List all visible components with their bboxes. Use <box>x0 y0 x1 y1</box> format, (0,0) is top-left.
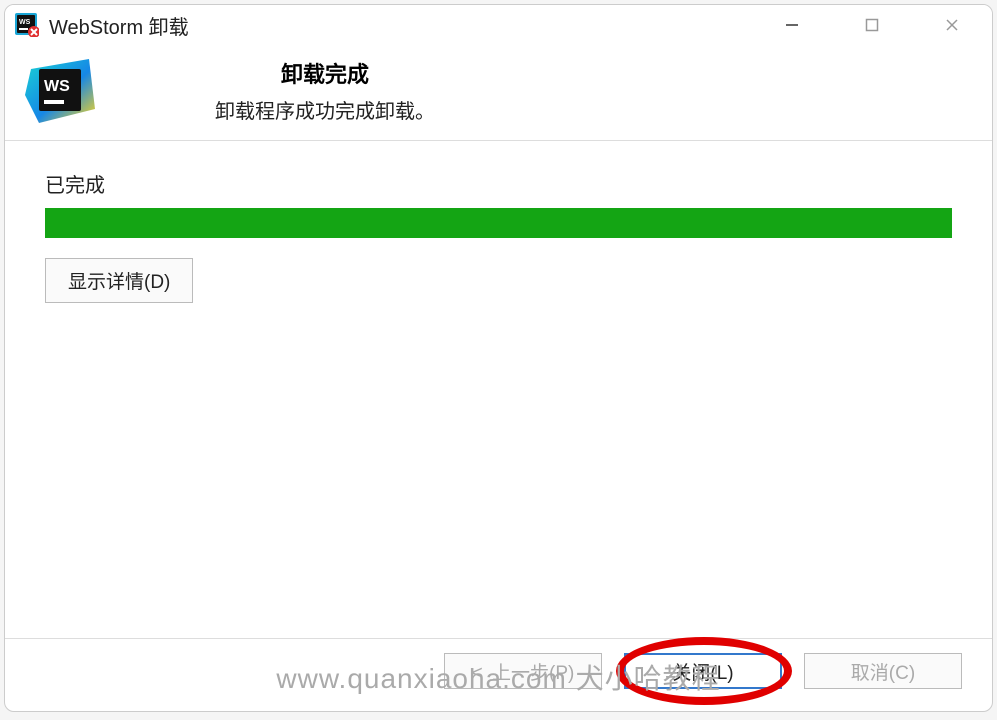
window-title: WebStorm 卸载 <box>49 11 752 40</box>
close-button[interactable]: 关闭(L) <box>624 653 782 689</box>
app-icon: WS <box>15 13 39 37</box>
cancel-button: 取消(C) <box>804 653 962 689</box>
back-button: < 上一步(P) <box>444 653 602 689</box>
body: 已完成 显示详情(D) <box>5 141 992 638</box>
header-subheading: 卸载程序成功完成卸载。 <box>215 95 435 124</box>
svg-text:WS: WS <box>44 78 70 95</box>
window-controls <box>752 5 992 45</box>
chevron-left-icon: < <box>472 663 483 684</box>
header-heading: 卸载完成 <box>215 57 435 89</box>
minimize-button[interactable] <box>752 5 832 45</box>
close-window-button[interactable] <box>912 5 992 45</box>
titlebar: WS WebStorm 卸载 <box>5 5 992 45</box>
status-label: 已完成 <box>45 169 952 198</box>
svg-text:WS: WS <box>19 19 31 26</box>
product-icon: WS <box>25 55 95 125</box>
footer: < 上一步(P) 关闭(L) 取消(C) <box>5 638 992 711</box>
header-panel: WS 卸载完成 卸载程序成功完成卸载。 <box>5 45 992 141</box>
show-details-button[interactable]: 显示详情(D) <box>45 258 193 303</box>
maximize-button[interactable] <box>832 5 912 45</box>
progress-bar <box>45 208 952 238</box>
window: WS WebStorm 卸载 <box>4 4 993 712</box>
